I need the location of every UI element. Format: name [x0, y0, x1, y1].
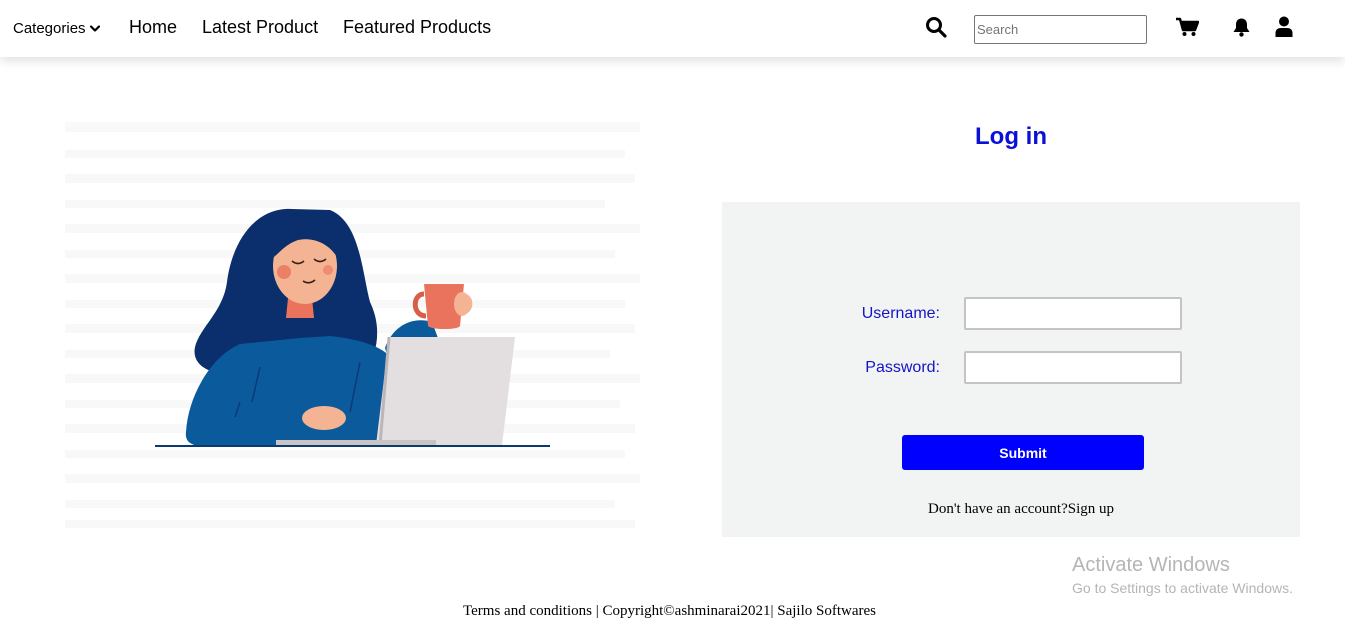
categories-dropdown[interactable]: Categories: [13, 20, 100, 37]
top-navbar: Categories Home Latest Product Featured …: [0, 0, 1345, 57]
username-label: Username:: [861, 305, 940, 322]
nav-link-home[interactable]: Home: [129, 17, 177, 38]
bell-icon[interactable]: [1232, 17, 1251, 37]
cart-icon[interactable]: [1175, 17, 1199, 37]
chevron-down-icon: [89, 24, 100, 32]
signup-prompt-text: Don't have an account?: [928, 501, 1068, 517]
username-input[interactable]: [964, 297, 1182, 330]
categories-label: Categories: [13, 20, 86, 37]
woman-with-laptop-illustration: [65, 122, 640, 528]
submit-button[interactable]: Submit: [902, 435, 1144, 470]
signup-prompt-line: Don't have an account?Sign up: [722, 501, 1320, 518]
nav-link-latest-product[interactable]: Latest Product: [202, 17, 318, 38]
search-icon[interactable]: [925, 16, 947, 38]
password-input[interactable]: [964, 351, 1182, 384]
login-title: Log in: [975, 123, 1047, 150]
signup-link[interactable]: Sign up: [1068, 501, 1114, 517]
nav-link-featured-products[interactable]: Featured Products: [343, 17, 491, 38]
activate-windows-watermark-title: Activate Windows: [1072, 554, 1230, 576]
search-input[interactable]: [974, 15, 1147, 44]
password-label: Password:: [865, 359, 940, 376]
footer-text: Terms and conditions | Copyright©ashmina…: [463, 603, 876, 619]
user-icon[interactable]: [1275, 16, 1293, 37]
activate-windows-watermark-subtitle: Go to Settings to activate Windows.: [1072, 580, 1293, 596]
login-form-panel: Username: Password: Submit Don't have an…: [722, 202, 1300, 537]
